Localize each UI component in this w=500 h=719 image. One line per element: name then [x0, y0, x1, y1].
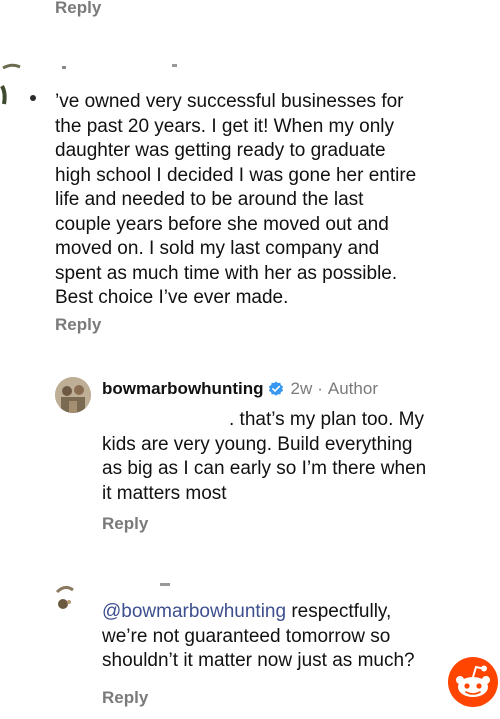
reply-button[interactable]: Reply: [102, 514, 148, 534]
reply-button[interactable]: Reply: [102, 688, 148, 708]
obscured-username: [62, 66, 66, 69]
commenter-avatar[interactable]: [55, 578, 91, 614]
reply-first-line: . that’s my plan too. My: [229, 409, 425, 430]
author-label: Author: [327, 379, 378, 398]
obscured-time: [172, 64, 177, 67]
comment-body: ’ve owned very successful businesses for…: [55, 91, 417, 308]
reddit-logo-icon: [447, 656, 499, 708]
commenter-avatar[interactable]: [0, 58, 40, 108]
reply-header: bowmarbowhunting 2w · Author: [102, 379, 378, 399]
reply-rest: kids are very young. Build everything as…: [102, 433, 427, 504]
timestamp: 2w: [290, 379, 313, 398]
meta-separator: ·: [317, 379, 323, 398]
username[interactable]: bowmarbowhunting: [102, 379, 263, 399]
reply-body: @bowmarbowhunting respectfully, we’re no…: [102, 600, 482, 674]
reply-body: . that’s my plan too. My kids are very y…: [102, 408, 492, 506]
avatar-image: [55, 585, 74, 609]
reply-button[interactable]: Reply: [55, 0, 101, 18]
verified-badge-icon: [268, 381, 284, 397]
avatar-image: [0, 63, 36, 105]
obscured-username: [160, 583, 170, 586]
avatar-image: [55, 377, 91, 413]
mention-link[interactable]: @bowmarbowhunting: [102, 601, 286, 622]
reply-button[interactable]: Reply: [55, 315, 101, 335]
author-avatar[interactable]: [55, 377, 91, 413]
